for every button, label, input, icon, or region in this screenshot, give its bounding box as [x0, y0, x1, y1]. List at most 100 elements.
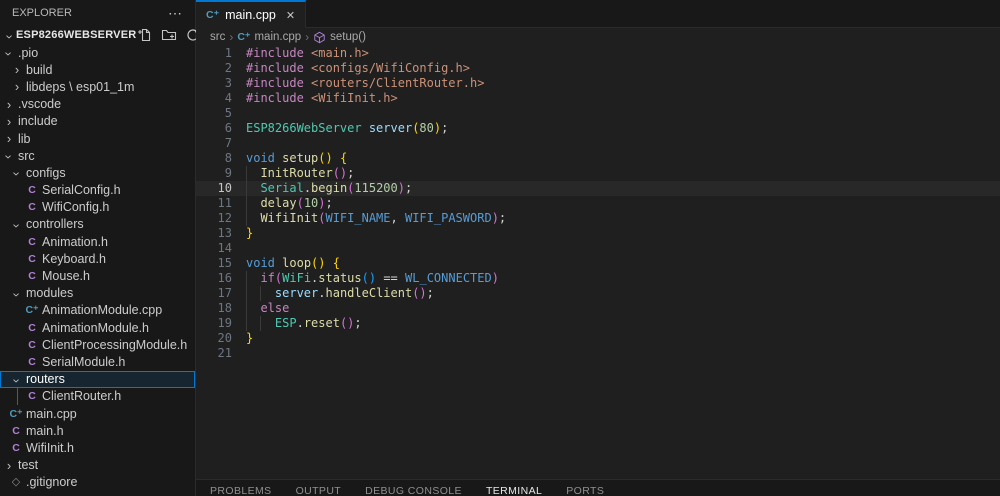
- tree-item-animation-h[interactable]: C Animation.h: [0, 233, 195, 250]
- tree-item-routers[interactable]: › routers: [0, 370, 195, 388]
- code-line-16[interactable]: 16 if(WiFi.status() == WL_CONNECTED): [196, 271, 1000, 286]
- tree-item-mouse-h[interactable]: C Mouse.h: [0, 267, 195, 284]
- code-line-text: }: [246, 331, 254, 345]
- tree-item-animationmodule-h[interactable]: C AnimationModule.h: [0, 319, 195, 336]
- tree-item-label: Mouse.h: [42, 269, 90, 284]
- new-folder-button[interactable]: [160, 26, 178, 44]
- code-line-12[interactable]: 12 WifiInit(WIFI_NAME, WIFI_PASWORD);: [196, 211, 1000, 226]
- chevron-down-icon: ›: [9, 378, 25, 383]
- new-folder-icon: [161, 27, 177, 43]
- c-header-file-icon: C: [28, 270, 36, 283]
- indent-guide: [246, 181, 247, 196]
- c-header-file-icon: C: [28, 252, 36, 265]
- panel-tab-debug-console[interactable]: DEBUG CONSOLE: [365, 485, 462, 496]
- breadcrumb-item-setup[interactable]: setup(): [313, 31, 366, 44]
- breadcrumb-separator: ›: [305, 30, 310, 44]
- tree-item-label: AnimationModule.h: [42, 320, 150, 335]
- tab-label: main.cpp: [225, 8, 276, 22]
- breadcrumb: src › C⁺ main.cpp › setup(): [196, 28, 1000, 46]
- tree-item-include[interactable]: › include: [0, 113, 195, 130]
- code-line-text: #include <configs/WifiConfig.h>: [246, 61, 470, 75]
- chevron-right-icon: ›: [6, 457, 12, 473]
- tab-main-cpp[interactable]: C⁺ main.cpp ✕: [196, 0, 307, 28]
- code-line-1[interactable]: 1 #include <main.h>: [196, 46, 1000, 61]
- c-header-file-icon: C: [28, 321, 36, 334]
- line-number: 9: [224, 166, 232, 180]
- panel-tab-output[interactable]: OUTPUT: [296, 485, 342, 496]
- code-line-6[interactable]: 6 ESP8266WebServer server(80);: [196, 121, 1000, 136]
- new-file-button[interactable]: [136, 26, 154, 44]
- code-line-13[interactable]: 13}: [196, 226, 1000, 241]
- tree-item-main-h[interactable]: Cmain.h: [0, 422, 195, 439]
- tree-item-label: main.h: [26, 423, 64, 438]
- tree-item-pio[interactable]: › .pio: [0, 44, 195, 61]
- tree-item-keyboard-h[interactable]: C Keyboard.h: [0, 250, 195, 267]
- chevron-down-icon: ›: [2, 34, 18, 39]
- chevron-down-icon: ›: [1, 154, 17, 160]
- tree-item-src[interactable]: › src: [0, 147, 195, 164]
- code-line-8[interactable]: 8 void setup() {: [196, 151, 1000, 166]
- code-line-21[interactable]: 21: [196, 346, 1000, 361]
- code-line-15[interactable]: 15 void loop() {: [196, 256, 1000, 271]
- line-number: 20: [217, 331, 232, 345]
- code-line-2[interactable]: 2 #include <configs/WifiConfig.h>: [196, 61, 1000, 76]
- workspace-section-header[interactable]: › ESP8266WEBSERVER: [0, 26, 224, 44]
- gitignore-file-icon: ◇: [11, 476, 21, 489]
- tree-item-modules[interactable]: › modules: [0, 285, 195, 302]
- code-line-19[interactable]: 19 ESP.reset();: [196, 316, 1000, 331]
- line-number: 18: [217, 301, 232, 315]
- file-tree: › .pio › build › libdeps \ esp01_1m › .vscode › i…: [0, 44, 195, 496]
- code-line-14[interactable]: 14: [196, 241, 1000, 256]
- indent-guide: [246, 196, 247, 211]
- panel-tab-ports[interactable]: PORTS: [566, 485, 604, 496]
- tree-item-configs[interactable]: › configs: [0, 164, 195, 181]
- code-line-10[interactable]: 10 Serial.begin(115200);: [196, 181, 1000, 196]
- tree-item-main-cpp[interactable]: C⁺ main.cpp: [0, 405, 195, 422]
- tree-item-wificonfig-h[interactable]: C WifiConfig.h: [0, 199, 195, 216]
- tree-item-lib[interactable]: › lib: [0, 130, 195, 147]
- cpp-file-icon: C⁺: [206, 9, 220, 21]
- tree-item-clientprocessingmodule-h[interactable]: C ClientProcessingModule.h: [0, 336, 195, 353]
- tree-item-label: WifiInit.h: [26, 440, 74, 455]
- code-line-text: else: [246, 301, 289, 316]
- tree-item-clientrouter-h[interactable]: C ClientRouter.h: [0, 387, 195, 405]
- code-line-5[interactable]: 5: [196, 106, 1000, 121]
- tree-item-animationmodule-cpp[interactable]: C⁺ AnimationModule.cpp: [0, 302, 195, 319]
- vscode-window: EXPLORER ⋯ › ESP8266WEBSERVER › .pio › buil…: [0, 0, 1000, 496]
- chevron-down-icon: ›: [9, 292, 25, 297]
- code-line-3[interactable]: 3 #include <routers/ClientRouter.h>: [196, 76, 1000, 91]
- tree-indent-guide: [17, 387, 18, 405]
- code-line-20[interactable]: 20}: [196, 331, 1000, 346]
- tree-item-serialconfig-h[interactable]: C SerialConfig.h: [0, 182, 195, 199]
- code-line-4[interactable]: 4 #include <WifiInit.h>: [196, 91, 1000, 106]
- code-line-7[interactable]: 7: [196, 136, 1000, 151]
- tree-item-label: Animation.h: [42, 234, 109, 249]
- new-file-icon: [137, 27, 153, 43]
- code-line-18[interactable]: 18 else: [196, 301, 1000, 316]
- tree-item-label: Keyboard.h: [42, 251, 106, 266]
- tree-item-libdeps-esp01-1m[interactable]: › libdeps \ esp01_1m: [0, 78, 195, 95]
- code-editor[interactable]: 1 #include <main.h> 2 #include <configs/Wif…: [196, 46, 1000, 478]
- indent-guide: [246, 271, 247, 286]
- tree-item-label: libdeps \ esp01_1m: [26, 79, 135, 94]
- tree-item-build[interactable]: › build: [0, 61, 195, 78]
- tree-item-gitignore[interactable]: ◇ .gitignore: [0, 474, 195, 491]
- panel-tab-problems[interactable]: PROBLEMS: [210, 485, 272, 496]
- tree-item-controllers[interactable]: › controllers: [0, 216, 195, 233]
- close-icon[interactable]: ✕: [286, 9, 295, 22]
- tree-item-vscode[interactable]: › .vscode: [0, 96, 195, 113]
- tree-item-serialmodule-h[interactable]: C SerialModule.h: [0, 353, 195, 370]
- c-header-file-icon: C: [12, 424, 20, 437]
- code-line-17[interactable]: 17 server.handleClient();: [196, 286, 1000, 301]
- indent-guide: [246, 316, 247, 331]
- code-line-11[interactable]: 11 delay(10);: [196, 196, 1000, 211]
- more-actions-button[interactable]: ⋯: [168, 6, 183, 20]
- code-line-9[interactable]: 9 InitRouter();: [196, 166, 1000, 181]
- line-number: 1: [224, 46, 232, 60]
- tree-item-label: SerialConfig.h: [42, 183, 121, 198]
- breadcrumb-item-main-cpp[interactable]: C⁺ main.cpp: [237, 31, 301, 43]
- panel-tab-terminal[interactable]: TERMINAL: [486, 485, 542, 496]
- breadcrumb-item-src[interactable]: src: [210, 31, 225, 43]
- tree-item-wifiinit-h[interactable]: C WifiInit.h: [0, 439, 195, 456]
- tree-item-test[interactable]: › test: [0, 457, 195, 474]
